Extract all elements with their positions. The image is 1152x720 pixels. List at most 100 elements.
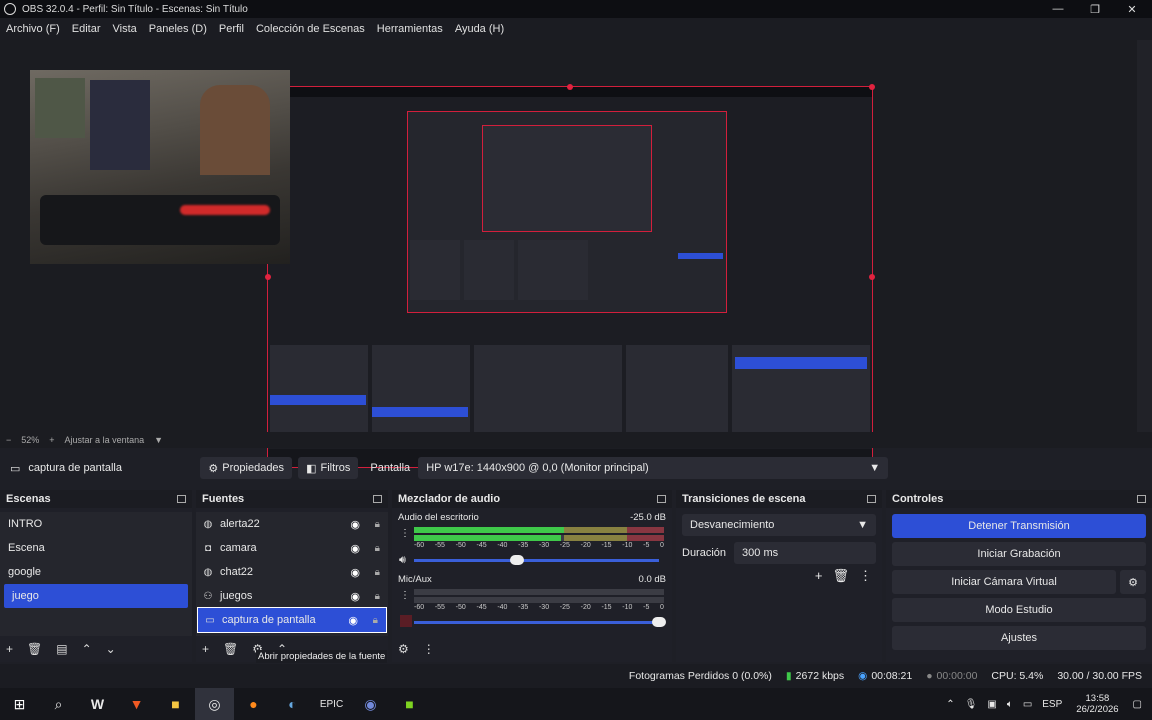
source-label: juegos — [220, 590, 253, 602]
screen-select[interactable]: HP w17e: 1440x900 @ 0,0 (Monitor princip… — [418, 457, 889, 479]
volume-slider[interactable] — [414, 617, 666, 627]
menu-docks[interactable]: Paneles (D) — [149, 23, 207, 35]
tray-chevron-icon[interactable]: ⌃ — [946, 699, 954, 710]
scene-intro[interactable]: INTRO — [0, 512, 192, 536]
move-up-icon[interactable]: ⌃ — [82, 642, 92, 656]
search-icon[interactable]: ⌕ — [39, 688, 78, 720]
scene-filters-icon[interactable]: ▤ — [56, 642, 67, 656]
obs-icon[interactable]: ◎ — [195, 688, 234, 720]
volume-icon[interactable]: 🔈︎ — [1007, 699, 1013, 710]
source-chat22[interactable]: ◍ chat22 ◉ 🔒︎ — [196, 560, 388, 584]
eye-icon[interactable]: ◉ — [348, 614, 358, 627]
clock[interactable]: 13:58 26/2/2026 — [1076, 693, 1118, 715]
float-icon[interactable] — [177, 495, 186, 503]
studio-mode-button[interactable]: Modo Estudio — [892, 598, 1146, 622]
volume-slider[interactable] — [414, 555, 659, 565]
folder-icon[interactable]: ■ — [156, 688, 195, 720]
start-recording-button[interactable]: Iniciar Grabación — [892, 542, 1146, 566]
start-virtual-camera-button[interactable]: Iniciar Cámara Virtual — [892, 570, 1116, 594]
window-title: OBS 32.0.4 - Perfil: Sin Título - Escena… — [22, 3, 248, 15]
add-scene-icon[interactable]: + — [6, 642, 13, 656]
source-captura[interactable]: ▭ captura de pantalla ◉ 🔒︎ — [197, 607, 387, 633]
discord-icon[interactable]: ◉ — [351, 688, 390, 720]
notification-icon[interactable]: ▢ — [1133, 699, 1142, 710]
kebab-menu-icon[interactable]: ⋮ — [400, 590, 410, 601]
lock-icon[interactable]: 🔒︎ — [375, 567, 380, 578]
network-icon[interactable]: ▭ — [1023, 699, 1032, 710]
resize-handle-r[interactable] — [869, 274, 875, 280]
webcam-source[interactable] — [30, 70, 290, 264]
gear-icon[interactable]: ⚙ — [398, 642, 409, 656]
kebab-menu-icon[interactable]: ⋮ — [423, 642, 435, 656]
eye-icon[interactable]: ◉ — [350, 566, 360, 579]
menu-view[interactable]: Vista — [113, 23, 137, 35]
meter-tick-label: -60 — [414, 604, 425, 611]
minimize-button[interactable]: — — [1040, 0, 1076, 18]
float-icon[interactable] — [657, 495, 666, 503]
zoom-out-button[interactable]: − — [6, 435, 11, 445]
kebab-menu-icon[interactable]: ⋮ — [400, 528, 410, 539]
maximize-button[interactable]: ❐ — [1077, 0, 1113, 18]
trash-icon[interactable]: 🗑 — [27, 642, 42, 656]
app-w-icon[interactable]: W — [78, 688, 117, 720]
virtual-camera-settings-icon[interactable]: ⚙ — [1120, 570, 1146, 594]
steam-icon[interactable]: ◐ — [273, 688, 312, 720]
speaker-icon[interactable]: 🔊︎ — [399, 554, 406, 567]
float-icon[interactable] — [373, 495, 382, 503]
preview-canvas[interactable] — [0, 40, 1137, 470]
menu-file[interactable]: Archivo (F) — [6, 23, 60, 35]
brave-icon[interactable]: ▼ — [117, 688, 156, 720]
screen-capture-source[interactable] — [265, 84, 875, 470]
lock-icon[interactable]: 🔒︎ — [375, 543, 380, 554]
trash-icon[interactable]: 🗑 — [223, 642, 238, 656]
scene-escena[interactable]: Escena — [0, 536, 192, 560]
volume-knob[interactable] — [652, 617, 666, 627]
eye-icon[interactable]: ◉ — [350, 518, 360, 531]
eye-icon[interactable]: ◉ — [350, 590, 360, 603]
menu-scene-collection[interactable]: Colección de Escenas — [256, 23, 365, 35]
lock-icon[interactable]: 🔒︎ — [373, 615, 378, 626]
microphone-icon[interactable]: 🎙︎ — [965, 699, 978, 710]
resize-handle-t[interactable] — [567, 84, 573, 90]
volume-knob[interactable] — [509, 555, 524, 565]
lock-icon[interactable]: 🔒︎ — [375, 519, 380, 530]
language[interactable]: ESP — [1042, 699, 1062, 710]
filters-button[interactable]: ◧ Filtros — [298, 457, 359, 479]
stop-streaming-button[interactable]: Detener Transmisión — [892, 514, 1146, 538]
tray-obs-icon[interactable]: ▣ — [987, 699, 996, 710]
trash-icon[interactable]: 🗑 — [832, 568, 849, 584]
float-icon[interactable] — [867, 495, 876, 503]
lock-icon[interactable]: 🔒︎ — [375, 591, 380, 602]
source-alerta22[interactable]: ◍ alerta22 ◉ 🔒︎ — [196, 512, 388, 536]
preview-scrollbar[interactable] — [1137, 40, 1152, 432]
settings-button[interactable]: Ajustes — [892, 626, 1146, 650]
properties-button[interactable]: ⚙ Propiedades — [200, 457, 293, 479]
muted-mic-icon[interactable] — [400, 615, 412, 627]
kebab-menu-icon[interactable]: ⋮ — [859, 568, 872, 584]
source-camara[interactable]: ◘ camara ◉ 🔒︎ — [196, 536, 388, 560]
transition-select[interactable]: Desvanecimiento ▼ — [682, 514, 876, 536]
resize-handle-l[interactable] — [265, 274, 271, 280]
source-juegos[interactable]: ⚇ juegos ◉ 🔒︎ — [196, 584, 388, 608]
add-source-icon[interactable]: + — [202, 642, 209, 656]
zoom-dropdown-icon[interactable]: ▼ — [154, 435, 163, 445]
close-button[interactable]: ✕ — [1114, 0, 1150, 18]
scene-juego[interactable]: juego — [4, 584, 188, 608]
eye-icon[interactable]: ◉ — [350, 542, 360, 555]
camera-icon: ◘ — [204, 542, 212, 554]
resize-handle-tr[interactable] — [869, 84, 875, 90]
menu-help[interactable]: Ayuda (H) — [455, 23, 504, 35]
duration-input[interactable]: 300 ms — [734, 542, 876, 564]
float-icon[interactable] — [1137, 495, 1146, 503]
scene-google[interactable]: google — [0, 560, 192, 584]
menu-profile[interactable]: Perfil — [219, 23, 244, 35]
firefox-icon[interactable]: ● — [234, 688, 273, 720]
windows-start-icon[interactable]: ⊞ — [0, 688, 39, 720]
menu-tools[interactable]: Herramientas — [377, 23, 443, 35]
add-icon[interactable]: + — [815, 568, 823, 584]
app-green-icon[interactable]: ■ — [390, 688, 429, 720]
menu-edit[interactable]: Editar — [72, 23, 101, 35]
zoom-in-button[interactable]: + — [49, 435, 54, 445]
epic-icon[interactable]: EPIC — [312, 688, 351, 720]
move-down-icon[interactable]: ⌄ — [106, 642, 116, 656]
